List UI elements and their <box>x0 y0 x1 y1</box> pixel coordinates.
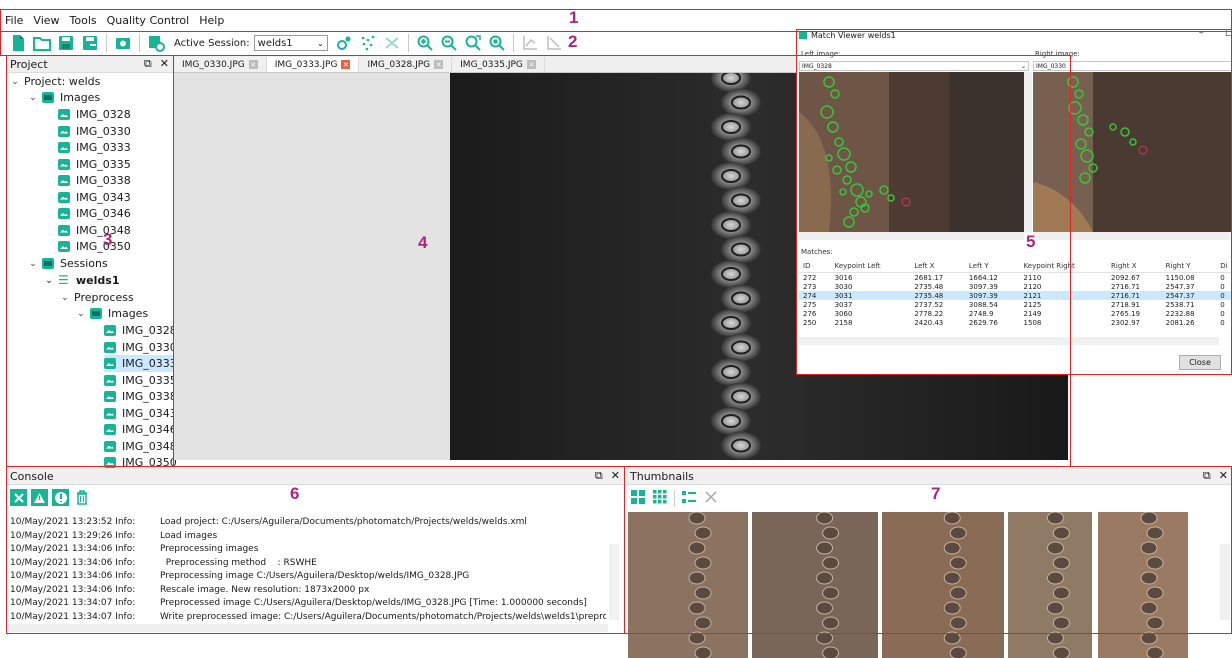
region-outline-toolbar <box>0 31 797 56</box>
callout-3: 3 <box>103 230 113 249</box>
callout-4: 4 <box>418 233 428 252</box>
region-outline-project <box>6 55 174 467</box>
region-outline-console <box>6 466 625 634</box>
region-outline-thumbnails <box>624 466 1232 634</box>
callout-2: 2 <box>568 32 578 51</box>
callout-6: 6 <box>290 484 300 503</box>
region-outline-match-viewer <box>796 29 1232 375</box>
callout-5: 5 <box>1026 232 1036 251</box>
callout-1: 1 <box>569 8 579 27</box>
callout-7: 7 <box>931 484 941 503</box>
